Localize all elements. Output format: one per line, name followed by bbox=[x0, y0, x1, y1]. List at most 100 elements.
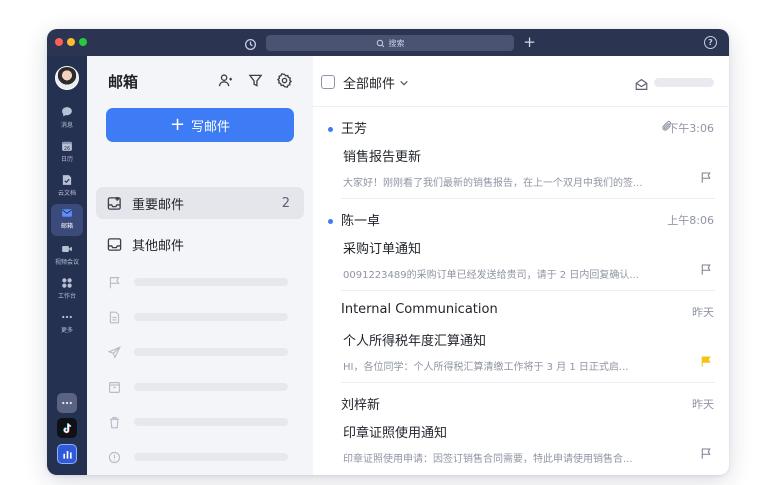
folder-placeholder-row bbox=[108, 379, 288, 395]
plus-icon: + bbox=[169, 114, 186, 135]
placeholder-bar bbox=[134, 383, 288, 391]
mail-list-item[interactable]: 刘梓新 昨天 印章证照使用通知 印章证照使用申请：因签订销售合同需要，特此申请使… bbox=[313, 383, 729, 475]
mail-preview: 印章证照使用申请：因签订销售合同需要，特此申请使用销售合... bbox=[343, 454, 633, 465]
mail-preview: 0091223489的采购订单已经发送给贵司，请于 2 日内回复确认... bbox=[343, 270, 639, 281]
minimize-window-button[interactable] bbox=[67, 38, 75, 46]
spam-alert-icon bbox=[108, 451, 121, 463]
rail-item-calendar[interactable]: 26 日历 bbox=[47, 137, 87, 167]
archive-icon bbox=[109, 381, 120, 393]
folder-item-important[interactable]: 重要邮件 2 bbox=[96, 187, 304, 219]
analytics-app-button[interactable] bbox=[57, 444, 77, 464]
document-icon bbox=[109, 311, 120, 323]
mail-sender: 陈一卓 bbox=[341, 214, 381, 229]
rail-item-more[interactable]: 更多 bbox=[47, 308, 87, 338]
settings-gear-icon[interactable] bbox=[276, 73, 293, 88]
apps-icon bbox=[62, 278, 72, 288]
help-icon[interactable]: ? bbox=[704, 36, 717, 49]
ellipsis-icon bbox=[62, 401, 72, 405]
folder-label: 重要邮件 bbox=[132, 197, 185, 213]
mail-list-header: 全部邮件 bbox=[313, 56, 729, 107]
mail-list-item[interactable]: 王芳 下午3:06 销售报告更新 大家好！刚刚看了我们最新的销售报告，在上一个双… bbox=[313, 107, 729, 199]
search-placeholder: 搜索 bbox=[388, 38, 405, 48]
mail-app-window: 搜索 + ? 消息 26 日历 云文档 邮箱 视频会议 工作台 更多 邮箱 + … bbox=[47, 29, 729, 475]
rail-label: 云文档 bbox=[57, 190, 76, 197]
placeholder-bar bbox=[134, 313, 288, 321]
placeholder-bar bbox=[134, 453, 288, 461]
compose-button[interactable]: + 写邮件 bbox=[106, 108, 294, 142]
mail-filter-label: 全部邮件 bbox=[343, 77, 396, 92]
close-window-button[interactable] bbox=[55, 38, 63, 46]
mail-filter-dropdown[interactable]: 全部邮件 bbox=[343, 73, 409, 92]
contacts-icon[interactable] bbox=[218, 73, 233, 88]
rail-label: 更多 bbox=[60, 327, 73, 334]
maximize-window-button[interactable] bbox=[79, 38, 87, 46]
flag-toggle-icon[interactable] bbox=[700, 447, 712, 460]
rail-label: 邮箱 bbox=[60, 223, 73, 230]
inbox-icon bbox=[107, 237, 122, 251]
folder-unread-count: 2 bbox=[281, 195, 290, 211]
new-tab-plus-icon[interactable]: + bbox=[523, 35, 536, 50]
mail-preview: 大家好！刚刚看了我们最新的销售报告，在上一个双月中我们的签... bbox=[343, 178, 643, 189]
unread-dot bbox=[328, 127, 333, 132]
flag-toggle-icon[interactable] bbox=[700, 171, 712, 184]
flag-icon bbox=[109, 276, 120, 288]
folder-placeholder-row bbox=[108, 344, 288, 360]
mail-time: 昨天 bbox=[692, 306, 714, 319]
mail-sender: 王芳 bbox=[341, 122, 368, 137]
global-search-input[interactable]: 搜索 bbox=[266, 35, 514, 51]
search-icon bbox=[376, 39, 384, 47]
folder-item-other[interactable]: 其他邮件 bbox=[96, 228, 304, 260]
video-icon bbox=[62, 246, 72, 252]
mail-time: 下午3:06 bbox=[667, 122, 714, 135]
rail-label: 消息 bbox=[60, 122, 73, 129]
mail-time: 昨天 bbox=[692, 398, 714, 411]
header-placeholder-bar bbox=[654, 78, 714, 87]
folder-placeholder-row bbox=[108, 274, 288, 290]
rail-item-video[interactable]: 视频会议 bbox=[47, 240, 87, 270]
rail-item-mail[interactable]: 邮箱 bbox=[51, 204, 83, 236]
rail-label: 日历 bbox=[60, 156, 73, 163]
mail-list-item[interactable]: 陈一卓 上午8:06 采购订单通知 0091223489的采购订单已经发送给贵司… bbox=[313, 199, 729, 291]
flag-toggle-icon[interactable] bbox=[700, 355, 712, 368]
mail-subject: 印章证照使用通知 bbox=[343, 426, 448, 441]
mail-icon bbox=[62, 209, 72, 217]
mail-sender: 刘梓新 bbox=[341, 398, 381, 413]
chevron-down-icon bbox=[400, 80, 408, 86]
user-avatar[interactable] bbox=[55, 66, 79, 90]
unread-dot bbox=[328, 219, 333, 224]
mail-time: 上午8:06 bbox=[667, 214, 714, 227]
placeholder-bar bbox=[134, 278, 288, 286]
mail-sender: Internal Communication bbox=[341, 302, 498, 317]
calendar-icon: 26 bbox=[62, 141, 72, 152]
mail-subject: 个人所得税年度汇算通知 bbox=[343, 334, 487, 349]
folder-placeholder-row bbox=[108, 414, 288, 430]
mark-read-envelope-icon[interactable] bbox=[635, 76, 648, 90]
chat-icon bbox=[62, 107, 72, 117]
placeholder-bar bbox=[134, 418, 288, 426]
rail-item-docs[interactable]: 云文档 bbox=[47, 171, 87, 201]
mail-preview: HI，各位同学：个人所得税汇算清缴工作将于 3 月 1 日正式启... bbox=[343, 362, 629, 373]
important-inbox-icon bbox=[107, 196, 121, 210]
title-bar: 搜索 + ? bbox=[47, 29, 729, 56]
mail-list-item[interactable]: Internal Communication 昨天 个人所得税年度汇算通知 HI… bbox=[313, 291, 729, 383]
rail-label: 视频会议 bbox=[54, 259, 79, 266]
placeholder-bar bbox=[134, 348, 288, 356]
rail-item-workbench[interactable]: 工作台 bbox=[47, 274, 87, 304]
select-all-checkbox[interactable] bbox=[321, 75, 335, 89]
app-launcher-button[interactable] bbox=[57, 393, 77, 413]
flag-toggle-icon[interactable] bbox=[700, 263, 712, 276]
rail-item-messages[interactable]: 消息 bbox=[47, 103, 87, 133]
history-icon[interactable] bbox=[244, 36, 257, 51]
tiktok-app-button[interactable] bbox=[57, 418, 77, 438]
filter-icon[interactable] bbox=[248, 73, 263, 88]
panel-title: 邮箱 bbox=[108, 73, 139, 91]
tiktok-icon bbox=[62, 422, 71, 433]
sent-icon bbox=[108, 345, 121, 359]
mail-subject: 销售报告更新 bbox=[343, 150, 422, 165]
mail-list-panel: 全部邮件 王芳 下午3:06 销售报告更新 大家好！刚刚看了我们最新的销售报告，… bbox=[313, 56, 729, 475]
trash-icon bbox=[110, 416, 119, 428]
mail-subject: 采购订单通知 bbox=[343, 242, 422, 257]
nav-rail: 消息 26 日历 云文档 邮箱 视频会议 工作台 更多 bbox=[47, 56, 87, 475]
more-icon bbox=[62, 315, 72, 319]
bar-chart-icon bbox=[62, 450, 72, 459]
